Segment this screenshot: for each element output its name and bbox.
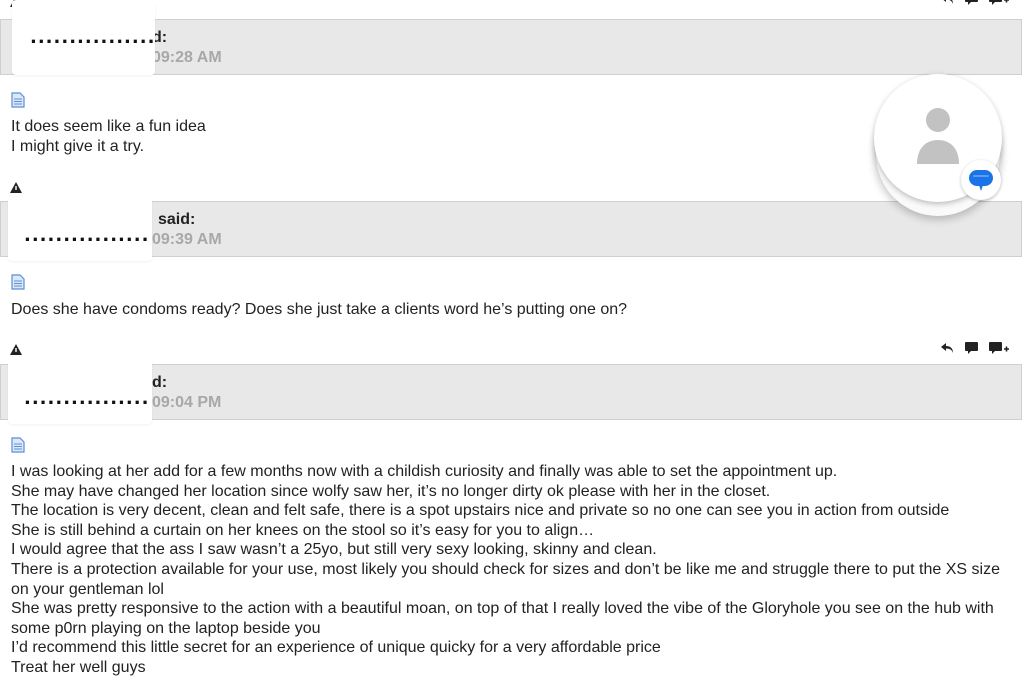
post-line: The location is very decent, clean and f…: [11, 502, 950, 520]
author-said-label: said:: [158, 211, 196, 228]
author-name-redaction: ................: [8, 360, 152, 424]
author-said-label: d:: [152, 374, 168, 391]
chat-bubble-icon: [969, 170, 993, 191]
redaction-dots: ................: [24, 388, 150, 409]
post-timestamp: 09:28 AM: [152, 49, 222, 66]
author-name-redaction: ................: [8, 195, 152, 261]
chat-badge[interactable]: [961, 160, 1001, 200]
post-line: Does she have condoms ready? Does she ju…: [11, 301, 628, 318]
post-line: She is still behind a curtain on her kne…: [11, 521, 595, 539]
document-icon: [11, 92, 25, 108]
post-timestamp: 09:39 AM: [152, 231, 222, 248]
quote-icon[interactable]: [964, 0, 980, 11]
author-name-redaction: ................: [12, 0, 155, 75]
multiquote-icon[interactable]: [988, 0, 1010, 11]
post-line: Treat her well guys: [11, 658, 146, 676]
post-timestamp: 09:04 PM: [152, 394, 222, 411]
reply-icon[interactable]: [940, 341, 956, 360]
post-actions: [940, 341, 1010, 359]
post-line: It does seem like a fun idea: [11, 118, 206, 135]
redaction-dots: ................: [24, 225, 150, 246]
document-icon: [11, 274, 25, 290]
post-line: I might give it a try.: [11, 137, 145, 155]
reply-icon[interactable]: [940, 0, 956, 11]
multiquote-icon[interactable]: [988, 341, 1010, 360]
post-body: Does she have condoms ready? Does she ju…: [11, 300, 1016, 320]
post-line: She may have changed her location since …: [11, 482, 771, 500]
quote-icon[interactable]: [964, 341, 980, 360]
post-line: There is a protection available for your…: [11, 560, 1000, 598]
post-actions-top: [940, 0, 1010, 10]
post-line: I was looking at her add for a few month…: [11, 463, 838, 480]
post-line: She was pretty responsive to the action …: [11, 600, 994, 637]
post-body: It does seem like a fun idea I might giv…: [11, 117, 1016, 156]
report-icon[interactable]: [10, 180, 22, 193]
post-line: I’d recommend this little secret for an …: [11, 639, 661, 657]
redaction-dots: ................: [30, 27, 156, 48]
post-line: I would agree that the ass I saw wasn’t …: [11, 541, 657, 559]
document-icon: [11, 437, 25, 453]
report-icon[interactable]: [10, 342, 22, 355]
post-body: I was looking at her add for a few month…: [11, 462, 1016, 678]
